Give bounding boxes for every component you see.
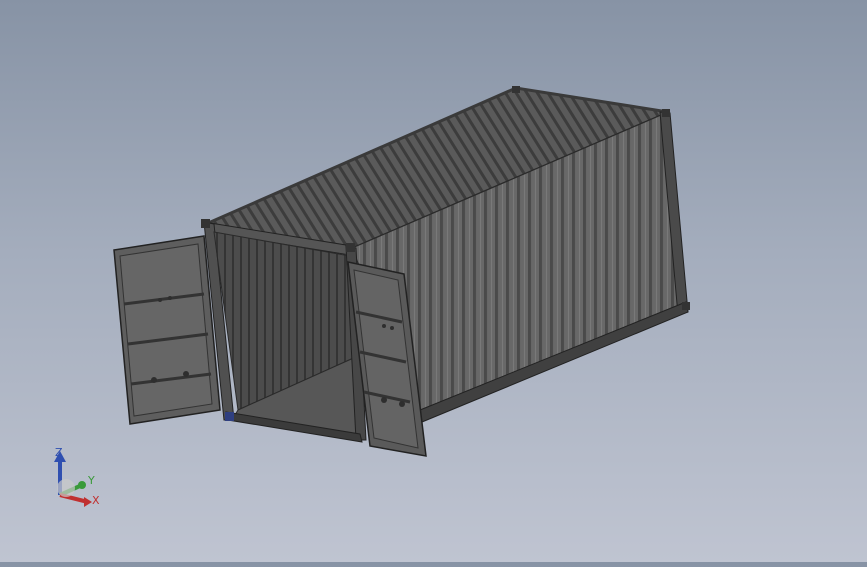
coordinate-triad: Z Y X [54,446,100,507]
3d-viewport[interactable]: Z Y X [0,0,867,562]
left-door[interactable] [113,235,221,425]
model-canvas[interactable] [0,0,867,562]
x-axis-label: X [92,494,100,507]
container-body[interactable] [201,86,690,443]
y-axis-label: Y [87,474,95,487]
z-axis-label: Z [55,446,63,459]
